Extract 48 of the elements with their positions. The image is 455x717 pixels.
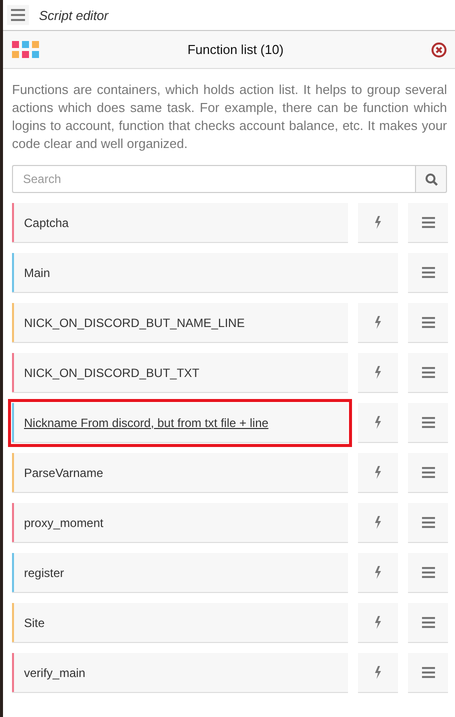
function-item[interactable]: Nickname From discord, but from txt file + line xyxy=(12,403,348,443)
menu-icon xyxy=(422,517,434,528)
menu-button[interactable] xyxy=(408,203,448,243)
lightning-icon xyxy=(374,666,382,679)
menu-button[interactable] xyxy=(408,303,448,343)
lightning-icon xyxy=(374,216,382,229)
menu-button[interactable] xyxy=(408,453,448,493)
menu-button[interactable] xyxy=(408,253,448,293)
grid-logo-icon xyxy=(12,40,40,58)
menu-icon xyxy=(422,217,434,228)
search-button[interactable] xyxy=(415,165,447,193)
menu-button[interactable] xyxy=(408,603,448,643)
search-field[interactable]: Search xyxy=(12,165,415,193)
lightning-icon xyxy=(374,316,382,329)
menu-button[interactable] xyxy=(7,5,29,25)
lightning-icon xyxy=(374,566,382,579)
lightning-icon xyxy=(374,416,382,429)
menu-icon xyxy=(422,467,434,478)
lightning-icon xyxy=(374,516,382,529)
menu-icon xyxy=(422,267,434,278)
function-item[interactable]: NICK_ON_DISCORD_BUT_TXT xyxy=(12,353,348,393)
close-button[interactable] xyxy=(431,42,447,58)
menu-button[interactable] xyxy=(408,553,448,593)
function-item[interactable]: Captcha xyxy=(12,203,348,243)
description-text: Functions are containers, which holds action list. It helps to group several actions which does same task. For example, there can be function which logins to account, function that checks account balance, etc. It makes your code clear and well organized. xyxy=(12,81,447,153)
lightning-icon xyxy=(374,366,382,379)
window-title: Script editor xyxy=(39,8,108,22)
function-item[interactable]: Site xyxy=(12,603,348,643)
search-icon xyxy=(424,172,438,186)
menu-icon xyxy=(422,667,434,678)
function-item[interactable]: verify_main xyxy=(12,653,348,693)
function-item[interactable]: ParseVarname xyxy=(12,453,348,493)
menu-icon xyxy=(422,617,434,628)
lightning-icon xyxy=(374,616,382,629)
function-item[interactable]: NICK_ON_DISCORD_BUT_NAME_LINE xyxy=(12,303,348,343)
lightning-icon xyxy=(374,466,382,479)
panel-title: Function list (10) xyxy=(186,42,285,57)
menu-icon xyxy=(422,567,434,578)
menu-icon xyxy=(422,317,434,328)
menu-icon xyxy=(422,417,434,428)
function-item[interactable]: proxy_moment xyxy=(12,503,348,543)
menu-button[interactable] xyxy=(408,353,448,393)
menu-button[interactable] xyxy=(408,503,448,543)
menu-button[interactable] xyxy=(408,403,448,443)
function-item[interactable]: Main xyxy=(12,253,398,293)
function-item[interactable]: register xyxy=(12,553,348,593)
menu-button[interactable] xyxy=(408,653,448,693)
menu-icon xyxy=(422,367,434,378)
